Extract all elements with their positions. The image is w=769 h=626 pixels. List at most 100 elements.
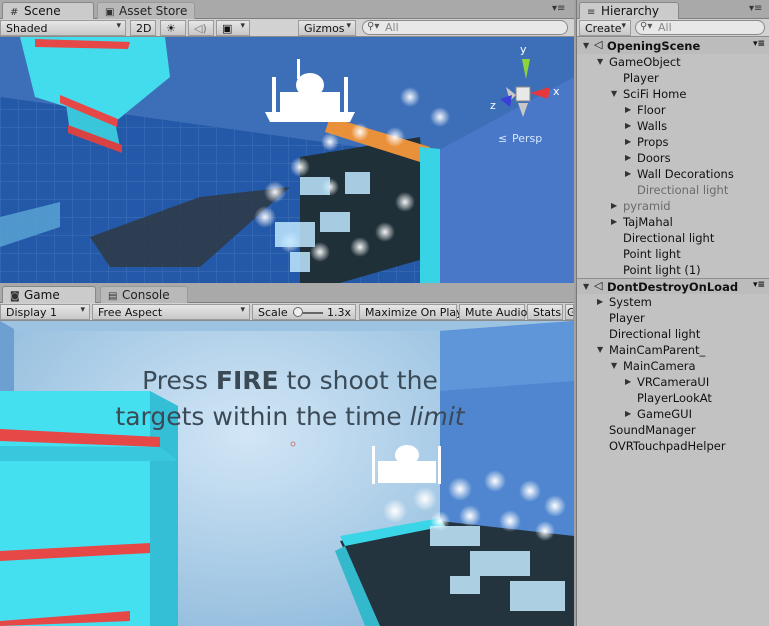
persp-icon: ≤ [498,132,507,145]
hierarchy-item[interactable]: Player [577,310,769,326]
tab-game[interactable]: ◙ Game [2,286,96,303]
cyan-edge [420,147,440,283]
game-controller-icon: ◙ [10,291,20,302]
console-icon: ▤ [108,291,118,302]
mute-audio-toggle[interactable]: Mute Audio [459,304,527,320]
hierarchy-item-label: GameGUI [637,407,692,421]
svg-text:x: x [553,85,560,98]
hierarchy-item[interactable]: Point light [577,246,769,262]
effects-dropdown[interactable]: ▣ [216,20,250,36]
hierarchy-item[interactable]: ▶ Doors [577,150,769,166]
aspect-dropdown[interactable]: Free Aspect [92,304,250,320]
hierarchy-item-label: SciFi Home [623,87,687,101]
maximize-on-play-toggle[interactable]: Maximize On Play [359,304,463,320]
hierarchy-item[interactable]: ▼ MainCamera [577,358,769,374]
hierarchy-item[interactable]: Directional light [577,230,769,246]
hud-line-2: targets within the time limit [115,402,465,431]
display-dropdown[interactable]: Display 1 [0,304,90,320]
collapse-arrow-icon[interactable]: ▶ [597,297,603,306]
hierarchy-item-label: MainCamera [623,359,696,373]
scene-header-row[interactable]: ▼ ◁ ▾≡ OpeningScene [577,38,769,54]
gizmos-toggle[interactable]: G [565,304,574,320]
scale-slider-thumb[interactable] [293,307,303,317]
hierarchy-item[interactable]: ▶ pyramid [577,198,769,214]
collapse-arrow-icon[interactable]: ▶ [625,137,631,146]
hierarchy-search-input[interactable]: ⚲▾ All [635,20,765,35]
collapse-arrow-icon[interactable]: ▶ [625,169,631,178]
hierarchy-item-label: Point light (1) [623,263,701,277]
gizmos-dropdown[interactable]: Gizmos [298,20,356,36]
scene-viewport[interactable]: y x z Persp ≤ [0,37,574,283]
tab-console[interactable]: ▤ Console [100,286,188,303]
hierarchy-item[interactable]: OVRTouchpadHelper [577,438,769,454]
hierarchy-item-label: Directional light [609,327,701,341]
collapse-arrow-icon[interactable]: ▶ [625,105,631,114]
hierarchy-item[interactable]: ▶ Floor [577,102,769,118]
hierarchy-item[interactable]: Player [577,70,769,86]
hierarchy-item-label: DontDestroyOnLoad [607,280,739,294]
collapse-arrow-icon[interactable]: ▶ [625,377,631,386]
hierarchy-item[interactable]: ▶ GameGUI [577,406,769,422]
hierarchy-item-label: Player [609,311,645,325]
expand-arrow-icon[interactable]: ▼ [583,282,589,291]
2d-toggle[interactable]: 2D [130,20,156,36]
hierarchy-item[interactable]: ▶ Wall Decorations [577,166,769,182]
hierarchy-item-label: Wall Decorations [637,167,734,181]
persp-label[interactable]: Persp [512,132,542,145]
hierarchy-item[interactable]: ▶ VRCameraUI [577,374,769,390]
hierarchy-menu-icon[interactable]: ▾≡ [749,3,762,14]
hierarchy-item[interactable]: ▼ MainCamParent_ [577,342,769,358]
hierarchy-item[interactable]: ▶ Walls [577,118,769,134]
audio-toggle[interactable]: ◁) [188,20,214,36]
tab-scene[interactable]: # Scene [2,2,94,19]
hierarchy-item-label: Directional light [623,231,715,245]
scene-tabbar: # Scene ▣ Asset Store ▾≡ [0,0,574,19]
hierarchy-tabbar: ≡ Hierarchy ▾≡ [577,0,769,19]
hierarchy-item[interactable]: ▶ TajMahal [577,214,769,230]
hierarchy-item[interactable]: PlayerLookAt [577,390,769,406]
create-dropdown[interactable]: Create [579,20,631,36]
collapse-arrow-icon[interactable]: ▶ [611,217,617,226]
game-viewport[interactable]: Press FIRE to shoot the targets within t… [0,321,574,626]
expand-arrow-icon[interactable]: ▼ [611,361,617,370]
hierarchy-item[interactable]: ▼ SciFi Home [577,86,769,102]
hierarchy-item[interactable]: Point light (1) [577,262,769,278]
unity-scene-icon: ◁ [594,38,603,51]
tab-asset-store[interactable]: ▣ Asset Store [97,2,195,19]
scene-options-icon[interactable]: ▾≡ [753,39,765,49]
image-icon: ▣ [222,22,233,35]
scene-search-input[interactable]: ⚲▾ All [362,20,568,35]
hierarchy-item[interactable]: ▶ Props [577,134,769,150]
hierarchy-panel: ≡Hierarchy ▾≡ Create ⚲▾All ▼ ◁ ▾≡ OpeningSc… [576,0,769,626]
hierarchy-item[interactable]: ▼ GameObject [577,54,769,70]
expand-arrow-icon[interactable]: ▼ [597,345,603,354]
hierarchy-tree: ▼ ◁ ▾≡ OpeningScene ▼ GameObject Player ▼ SciFi … [577,37,769,626]
hierarchy-item-label: TajMahal [623,215,673,229]
panel-menu-icon[interactable]: ▾≡ [552,3,565,14]
lighting-toggle[interactable]: ☀ [160,20,186,36]
speaker-icon: ◁) [194,22,207,35]
svg-text:z: z [490,99,496,112]
game-panel: ◙Game ▤Console Display 1 Free Aspect Sca… [0,283,574,626]
scene-options-icon[interactable]: ▾≡ [753,280,765,290]
unity-scene-icon: ◁ [594,279,603,292]
expand-arrow-icon[interactable]: ▼ [611,89,617,98]
tab-hierarchy[interactable]: ≡ Hierarchy [579,2,679,19]
expand-arrow-icon[interactable]: ▼ [597,57,603,66]
expand-arrow-icon[interactable]: ▼ [583,41,589,50]
search-icon: ⚲▾ [640,21,653,32]
collapse-arrow-icon[interactable]: ▶ [625,409,631,418]
scene-header-row[interactable]: ▼ ◁ ▾≡ DontDestroyOnLoad [577,278,769,294]
hierarchy-item[interactable]: Directional light [577,326,769,342]
shading-mode-dropdown[interactable]: Shaded [0,20,126,36]
stats-toggle[interactable]: Stats [527,304,563,320]
hierarchy-item[interactable]: SoundManager [577,422,769,438]
scale-control: Scale 1.3x [252,304,356,320]
hierarchy-item[interactable]: Directional light [577,182,769,198]
collapse-arrow-icon[interactable]: ▶ [625,121,631,130]
collapse-arrow-icon[interactable]: ▶ [611,201,617,210]
hierarchy-item-label: SoundManager [609,423,696,437]
collapse-arrow-icon[interactable]: ▶ [625,153,631,162]
hierarchy-item[interactable]: ▶ System [577,294,769,310]
scene-toolbar: Shaded 2D ☀ ◁) ▣ Gizmos ⚲▾All [0,19,574,37]
